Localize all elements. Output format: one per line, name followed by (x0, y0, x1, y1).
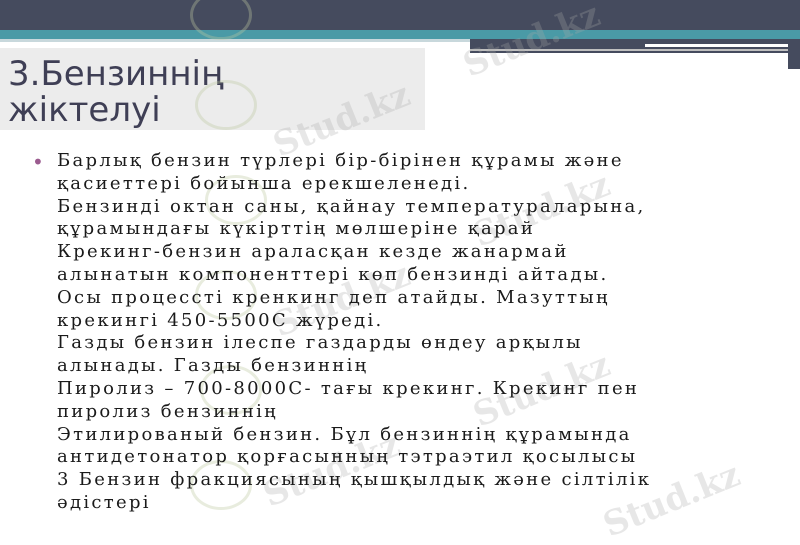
header-right-highlight (645, 44, 795, 47)
body-line: Газды бензин ілеспе газдарды өндеу арқыл… (57, 332, 583, 354)
body-line: крекингі 450-5500С жүреді. (57, 309, 384, 331)
body-line: антидетонатор қорғасынның тэтраэтил қосы… (57, 446, 638, 468)
bullet-marker: • (32, 150, 44, 174)
body-line: құрамындағы күкірттің мөлшеріне қарай (57, 218, 536, 240)
slide-title-line2: жіктелуі (8, 90, 161, 130)
header-right-underline (470, 49, 800, 51)
slide-body: Барлық бензин түрлері бір-бірінен құрамы… (57, 150, 792, 515)
header-bar (0, 0, 800, 30)
body-line: алынатын компоненттері көп бензинді айта… (57, 263, 609, 285)
body-line: Осы процессті кренкинг деп атайды. Мазут… (57, 286, 610, 308)
body-line: алынады. Газды бензиннің (57, 355, 369, 377)
body-line: Бензинді октан саны, қайнау температурал… (57, 195, 646, 217)
header-right-edge (788, 39, 800, 69)
body-line: Пиролиз – 700-8000С- тағы крекинг. Креки… (57, 377, 640, 399)
body-line: қасиеттері бойынша ерекшеленеді. (57, 172, 471, 194)
body-line: әдістері (57, 491, 151, 513)
body-line: 3 Бензин фракциясының қышқылдық және сіл… (57, 469, 652, 491)
body-line: Крекинг-бензин араласқан кезде жанармай (57, 241, 569, 263)
header-teal-stripe (0, 30, 800, 39)
slide-title-line1: 3.Бензиннің (8, 54, 224, 94)
body-line: Этилированый бензин. Бұл бензиннің құрам… (57, 423, 632, 445)
slide-title: 3.Бензиннің жіктелуі (8, 56, 418, 128)
body-line: пиролиз бензиннің (57, 400, 279, 422)
body-line: Барлық бензин түрлері бір-бірінен құрамы… (57, 150, 624, 171)
